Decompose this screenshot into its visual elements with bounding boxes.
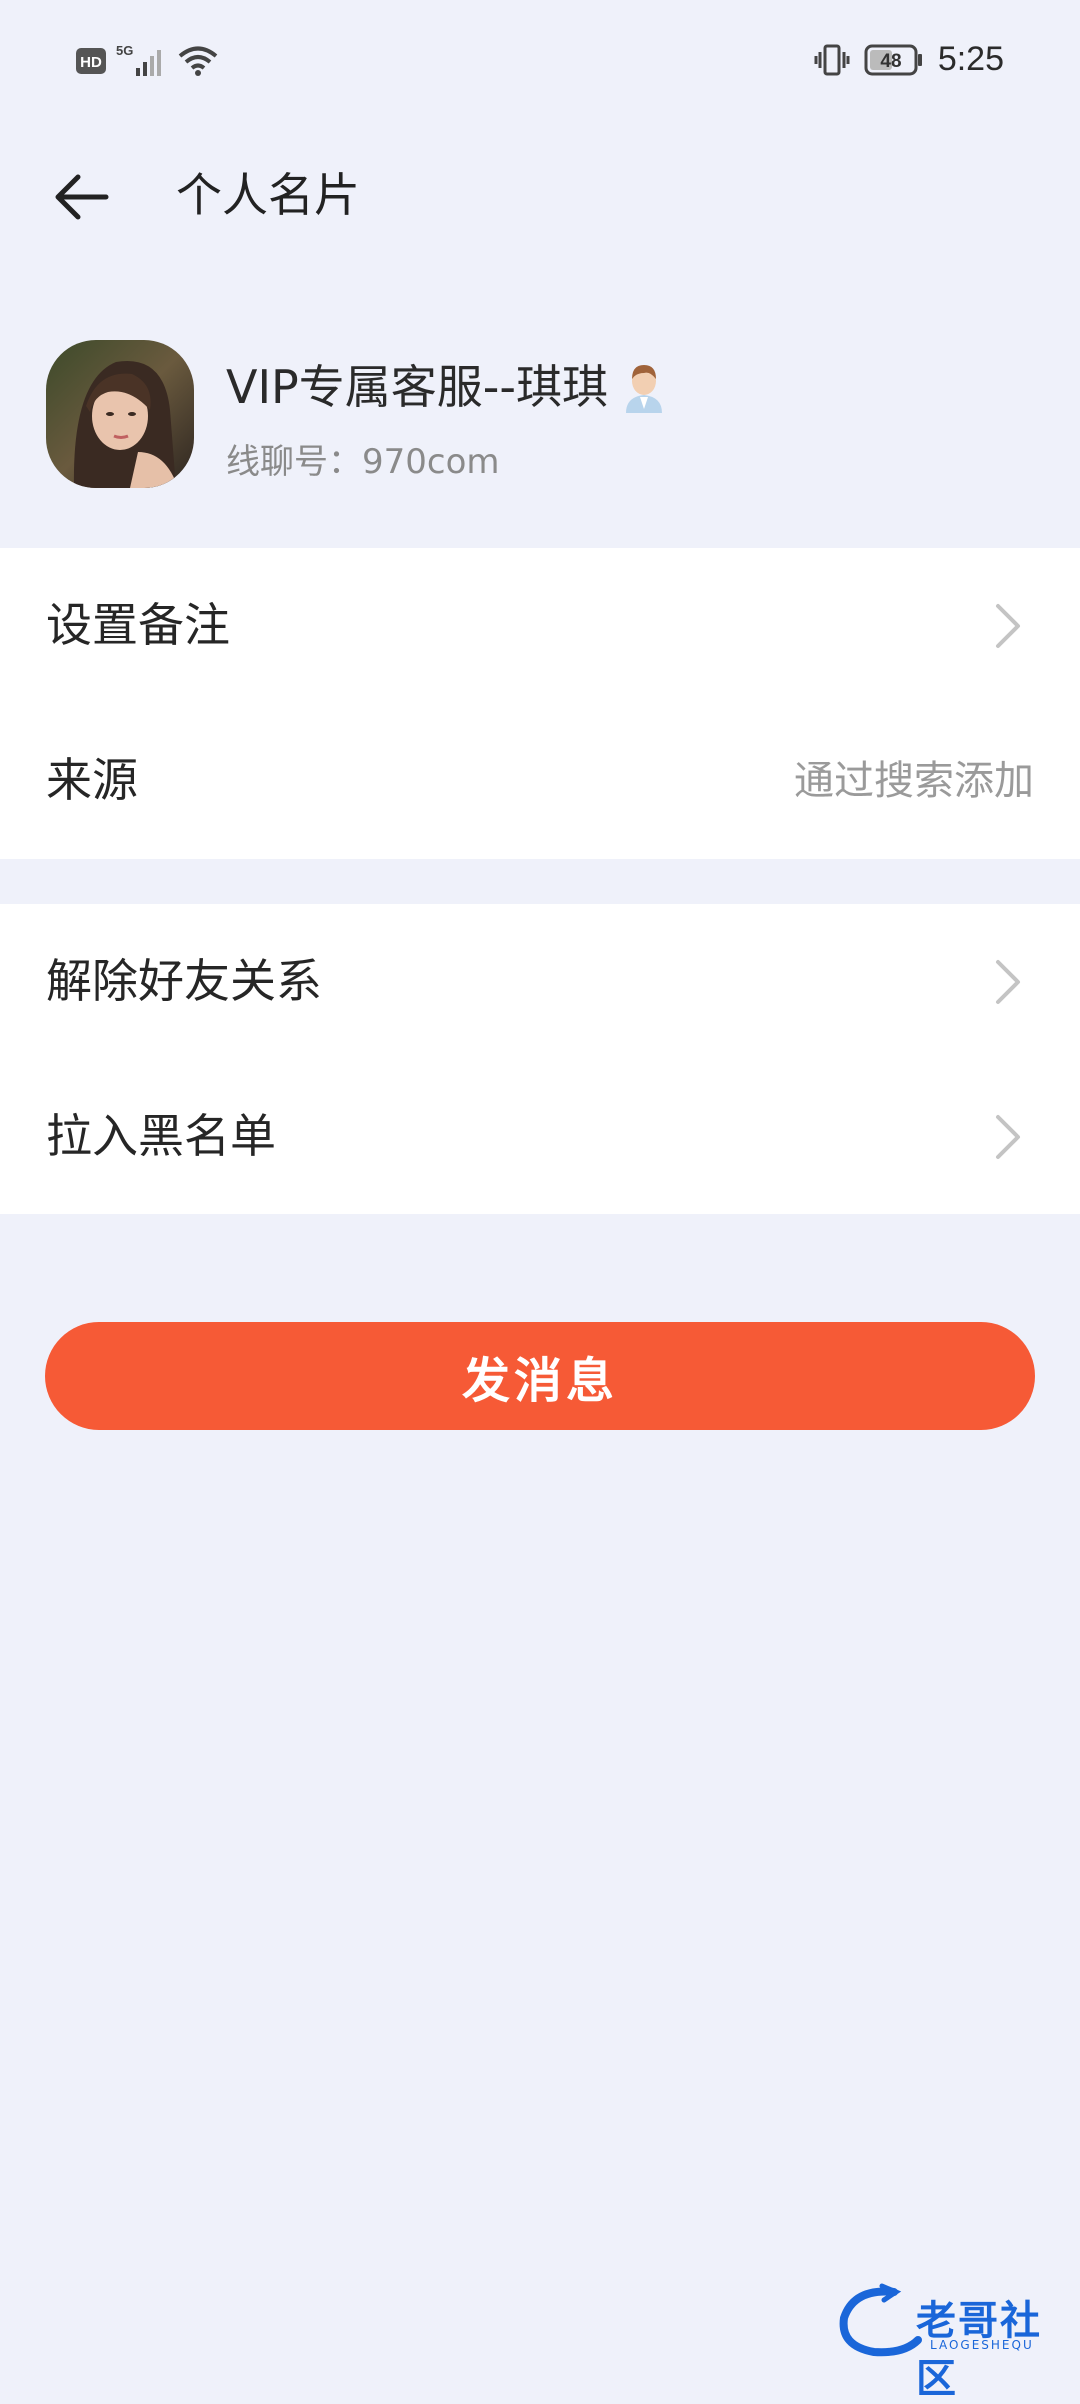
source-label: 来源	[46, 753, 138, 807]
back-button[interactable]	[40, 155, 124, 239]
svg-text:5G: 5G	[116, 44, 133, 58]
watermark-subtext: LAOGESHEQU	[930, 2338, 1034, 2352]
remove-friend-label: 解除好友关系	[46, 954, 322, 1008]
chevron-right-icon	[996, 1115, 1020, 1159]
vibrate-icon	[814, 44, 850, 75]
blacklist-label: 拉入黑名单	[46, 1109, 276, 1163]
watermark-logo: 老哥社区 LAOGESHEQU	[834, 2282, 1066, 2402]
remove-friend-row[interactable]: 解除好友关系	[0, 904, 1080, 1059]
profile-id-value: 970com	[362, 442, 500, 482]
wifi-icon	[178, 46, 218, 76]
chevron-right-icon	[996, 604, 1020, 648]
cellular-signal-icon: 5G	[116, 44, 161, 76]
battery-icon: 48	[864, 44, 922, 75]
dragon-logo-icon	[839, 2283, 922, 2357]
profile-header: VIP专属客服--琪琪 线聊号：970com	[0, 330, 1080, 490]
source-row: 来源 通过搜索添加	[0, 703, 1080, 858]
status-bar: HD 5G 48 5:25	[0, 0, 1080, 130]
profile-id-label: 线聊号：	[226, 442, 362, 482]
status-left-icons: HD 5G	[76, 44, 218, 78]
status-time: 5:25	[937, 40, 1004, 78]
avatar[interactable]	[46, 340, 194, 488]
arrow-left-icon	[55, 174, 109, 220]
send-message-button[interactable]: 发消息	[45, 1322, 1035, 1430]
set-remark-row[interactable]: 设置备注	[0, 548, 1080, 703]
svg-text:HD: HD	[80, 54, 102, 71]
title-bar: 个人名片	[0, 130, 1080, 260]
info-card: 设置备注 来源 通过搜索添加	[0, 548, 1080, 859]
page-title: 个人名片	[176, 168, 360, 222]
blacklist-row[interactable]: 拉入黑名单	[0, 1059, 1080, 1214]
profile-name-row: VIP专属客服--琪琪	[226, 356, 666, 418]
status-right-icons: 48 5:25	[814, 40, 1004, 79]
chevron-right-icon	[996, 960, 1020, 1004]
svg-text:48: 48	[880, 51, 901, 72]
profile-name: VIP专属客服--琪琪	[226, 360, 608, 414]
relationship-card: 解除好友关系 拉入黑名单	[0, 904, 1080, 1214]
set-remark-label: 设置备注	[46, 598, 230, 652]
profile-id: 线聊号：970com	[226, 438, 500, 486]
send-message-label: 发消息	[461, 1353, 618, 1409]
customer-service-icon	[625, 365, 662, 413]
source-value: 通过搜索添加	[794, 758, 1034, 804]
hd-icon: HD	[76, 48, 106, 74]
